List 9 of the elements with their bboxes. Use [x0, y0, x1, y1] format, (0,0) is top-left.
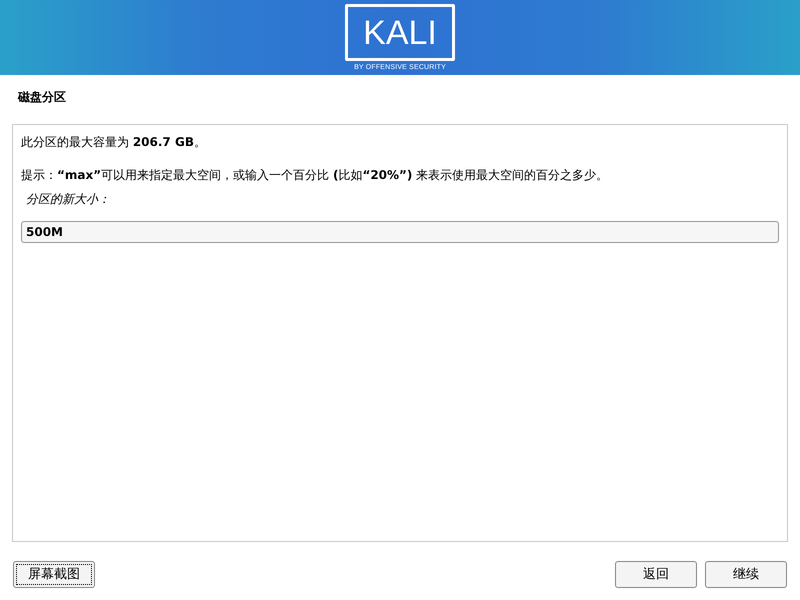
- logo-wordmark: KALI: [363, 16, 437, 50]
- hint-text: 提示：“max”可以用来指定最大空间，或输入一个百分比 (比如“20%”) 来表示使用最大空间的百分之多少。: [21, 167, 610, 184]
- nav-button[interactable]: 返回: [615, 561, 697, 588]
- size-input-field[interactable]: 500M: [21, 221, 779, 243]
- field-label: 分区的新大小：: [26, 191, 110, 208]
- nav-button[interactable]: 继续: [705, 561, 787, 588]
- info-text: 此分区的最大容量为 206.7 GB。: [21, 134, 207, 151]
- page-title: 磁盘分区: [18, 89, 66, 106]
- screenshot-button[interactable]: 屏幕截图: [13, 561, 95, 588]
